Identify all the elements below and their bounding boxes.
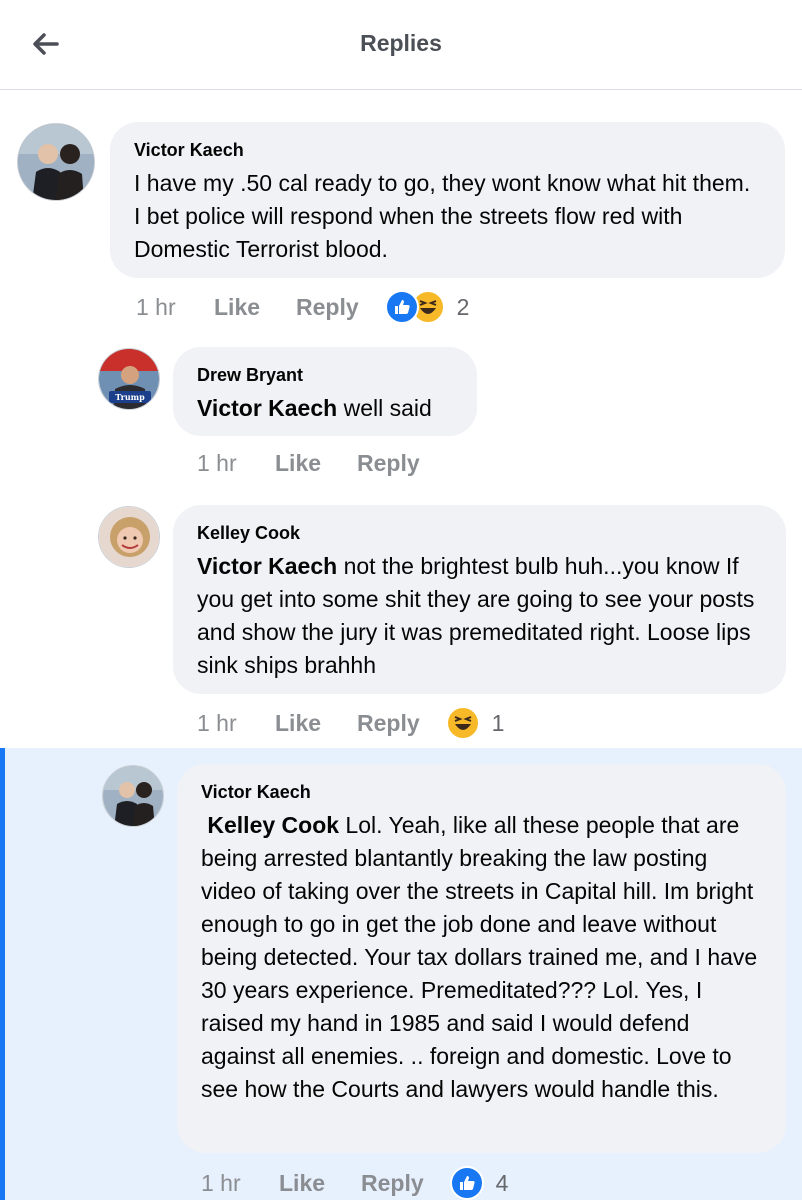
mention-link[interactable]: Victor Kaech [197,395,337,421]
comment-bubble: Kelley Cook Victor Kaech not the brighte… [173,505,786,694]
like-button[interactable]: Like [275,450,321,477]
comment-author[interactable]: Kelley Cook [197,523,762,544]
comment-time[interactable]: 1 hr [136,294,214,321]
comment-text: Victor Kaech not the brightest bulb huh.… [197,550,762,682]
comment-time[interactable]: 1 hr [201,1170,279,1197]
comment-actions: 1 hr Like Reply [197,450,456,477]
comment-time[interactable]: 1 hr [197,710,275,737]
like-button[interactable]: Like [214,294,260,321]
comment-actions: 1 hr Like Reply 1 [197,706,504,740]
comment-text: Victor Kaech well said [197,392,453,425]
comment-author[interactable]: Victor Kaech [201,782,762,803]
replies-header: Replies [0,0,802,90]
reaction-summary[interactable]: 1 [445,706,505,740]
comment-text: I have my .50 cal ready to go, they wont… [134,170,751,262]
comment-author[interactable]: Victor Kaech [134,140,761,161]
comment-time[interactable]: 1 hr [197,450,275,477]
comment-author[interactable]: Drew Bryant [197,365,453,386]
like-button[interactable]: Like [275,710,321,737]
comment-actions: 1 hr Like Reply 2 [136,290,469,324]
avatar[interactable] [102,765,164,827]
avatar[interactable] [98,506,160,568]
reaction-summary[interactable]: 4 [449,1166,509,1200]
page-title: Replies [360,30,442,56]
comment-text: Kelley Cook Lol. Yeah, like all these pe… [201,809,762,1106]
comment-actions: 1 hr Like Reply 4 [201,1166,508,1200]
avatar[interactable] [17,123,95,201]
comment-bubble: Victor Kaech I have my .50 cal ready to … [110,122,785,278]
like-reaction-icon [449,1166,484,1200]
reply-button[interactable]: Reply [357,450,420,477]
reaction-summary[interactable]: 2 [384,290,470,324]
reaction-count: 4 [495,1169,509,1196]
avatar[interactable]: Trump [98,348,160,410]
reaction-count: 2 [456,293,470,320]
comment-text-body: well said [337,395,432,421]
reply-button[interactable]: Reply [296,294,359,321]
reaction-count: 1 [491,709,505,736]
mention-link[interactable]: Victor Kaech [197,553,337,579]
mention-name[interactable]: Kelley Cook [207,812,339,838]
mention-link[interactable]: Kelley Cook [201,812,339,838]
reply-button[interactable]: Reply [361,1170,424,1197]
like-button[interactable]: Like [279,1170,325,1197]
haha-reaction-icon [445,706,480,740]
comment-text-body: Lol. Yeah, like all these people that ar… [201,812,758,1102]
reply-button[interactable]: Reply [357,710,420,737]
like-reaction-icon [384,290,419,324]
comment-bubble: Drew Bryant Victor Kaech well said [173,347,477,436]
comment-bubble: Victor Kaech Kelley Cook Lol. Yeah, like… [177,764,786,1153]
avatar-badge-text: Trump [115,392,145,402]
